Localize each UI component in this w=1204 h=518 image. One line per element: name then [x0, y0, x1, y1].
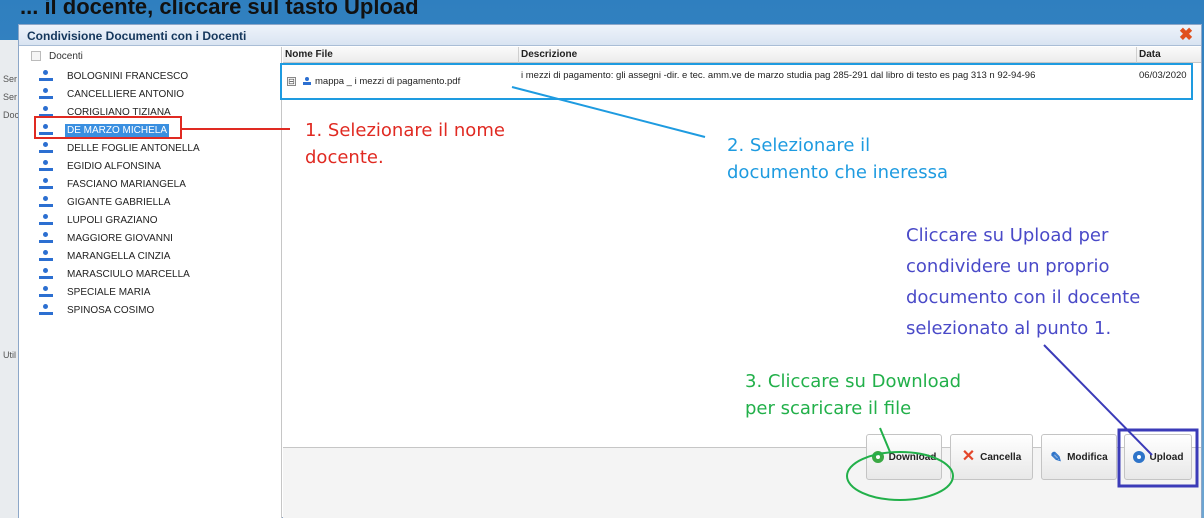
user-icon [39, 232, 53, 244]
download-button[interactable]: Download [866, 434, 942, 480]
bg-side-label: Ser [3, 74, 18, 84]
teacher-item[interactable]: EGIDIO ALFONSINA [39, 157, 163, 175]
column-header-file[interactable]: Nome File [285, 49, 333, 60]
document-date: 06/03/2020 [1139, 70, 1187, 81]
upload-label: Upload [1149, 451, 1184, 463]
upload-button[interactable]: Upload [1124, 434, 1192, 480]
column-separator[interactable] [1136, 47, 1137, 63]
user-icon [39, 214, 53, 226]
user-icon [39, 160, 53, 172]
dialog-titlebar: Condivisione Documenti con i Docenti ✖ [19, 25, 1201, 46]
teacher-item[interactable]: DELLE FOGLIE ANTONELLA [39, 139, 202, 157]
document-file[interactable]: mappa _ i mezzi di pagamento.pdf [303, 76, 460, 87]
teacher-item[interactable]: MAGGIORE GIOVANNI [39, 229, 175, 247]
column-separator[interactable] [518, 47, 519, 63]
teacher-name: MAGGIORE GIOVANNI [67, 232, 173, 244]
delete-label: Cancella [980, 451, 1022, 463]
teacher-name: DELLE FOGLIE ANTONELLA [67, 142, 200, 154]
collapse-icon[interactable]: ⊟ [287, 77, 296, 86]
delete-icon: ✕ [961, 448, 976, 465]
annotation-step1: 1. Selezionare il nome docente. [305, 120, 505, 168]
teacher-name: MARASCIULO MARCELLA [67, 268, 190, 280]
teacher-item-selected[interactable]: DE MARZO MICHELA [39, 121, 170, 139]
annotation-step3: 3. Cliccare su Download per scaricare il… [745, 371, 962, 419]
column-header-date[interactable]: Data [1139, 49, 1161, 60]
edit-label: Modifica [1067, 451, 1108, 463]
teacher-name: EGIDIO ALFONSINA [67, 160, 161, 172]
teacher-item[interactable]: LUPOLI GRAZIANO [39, 211, 160, 229]
upload-icon [1132, 451, 1145, 463]
teacher-item[interactable]: SPECIALE MARIA [39, 283, 152, 301]
folder-icon [31, 51, 41, 61]
user-icon [39, 106, 53, 118]
bg-side-label: Util [3, 350, 16, 360]
teacher-name: BOLOGNINI FRANCESCO [67, 70, 189, 82]
edit-button[interactable]: ✎ Modifica [1041, 434, 1117, 480]
teacher-name: GIGANTE GABRIELLA [67, 196, 171, 208]
teacher-item[interactable]: GIGANTE GABRIELLA [39, 193, 172, 211]
teacher-name: CORIGLIANO TIZIANA [67, 106, 171, 118]
teacher-item[interactable]: FASCIANO MARIANGELA [39, 175, 188, 193]
user-icon [39, 250, 53, 262]
download-label: Download [888, 451, 937, 463]
close-icon[interactable]: ✖ [1177, 26, 1195, 44]
user-icon [39, 88, 53, 100]
teacher-name: SPINOSA COSIMO [67, 304, 155, 316]
teacher-item[interactable]: SPINOSA COSIMO [39, 301, 156, 319]
delete-button[interactable]: ✕ Cancella [950, 434, 1033, 480]
teacher-item[interactable]: MARANGELLA CINZIA [39, 247, 172, 265]
document-file-name: mappa _ i mezzi di pagamento.pdf [315, 76, 461, 87]
teacher-item[interactable]: CANCELLIERE ANTONIO [39, 85, 186, 103]
user-icon [39, 304, 53, 316]
teacher-name: LUPOLI GRAZIANO [67, 214, 158, 226]
tree-root-label: Docenti [49, 50, 83, 62]
teacher-name: SPECIALE MARIA [67, 286, 151, 298]
documents-grid-header: Nome File Descrizione Data [283, 47, 1201, 63]
bg-side-label: Ser [3, 92, 18, 102]
teachers-tree: Docenti BOLOGNINI FRANCESCO CANCELLIERE … [19, 47, 282, 518]
teacher-item[interactable]: BOLOGNINI FRANCESCO [39, 67, 190, 85]
pencil-icon: ✎ [1050, 449, 1063, 465]
teacher-name: MARANGELLA CINZIA [67, 250, 171, 262]
bg-side-label: Doc [3, 110, 20, 120]
user-icon [39, 124, 53, 136]
background-heading: ... il docente, cliccare sul tasto Uploa… [20, 0, 419, 19]
teacher-name: FASCIANO MARIANGELA [67, 178, 186, 190]
teacher-item[interactable]: MARASCIULO MARCELLA [39, 265, 192, 283]
user-icon [39, 196, 53, 208]
download-icon [871, 451, 884, 463]
user-icon [39, 286, 53, 298]
document-row[interactable]: ⊟ mappa _ i mezzi di pagamento.pdf i mez… [283, 65, 1201, 99]
column-header-description[interactable]: Descrizione [521, 49, 577, 60]
teacher-name: CANCELLIERE ANTONIO [67, 88, 185, 100]
user-icon [39, 268, 53, 280]
user-icon [39, 142, 53, 154]
teacher-item[interactable]: CORIGLIANO TIZIANA [39, 103, 173, 121]
annotation-upload-note: Cliccare su Upload per condividere un pr… [906, 225, 1141, 339]
user-icon [39, 70, 53, 82]
annotation-step2: 2. Selezionare il documento che ineressa [727, 135, 949, 183]
dialog-title: Condivisione Documenti con i Docenti [27, 29, 247, 43]
teacher-name: DE MARZO MICHELA [65, 123, 170, 137]
document-description: i mezzi di pagamento: gli assegni -dir. … [521, 70, 1036, 81]
tree-root[interactable]: Docenti [31, 47, 83, 65]
user-icon [303, 76, 311, 87]
user-icon [39, 178, 53, 190]
